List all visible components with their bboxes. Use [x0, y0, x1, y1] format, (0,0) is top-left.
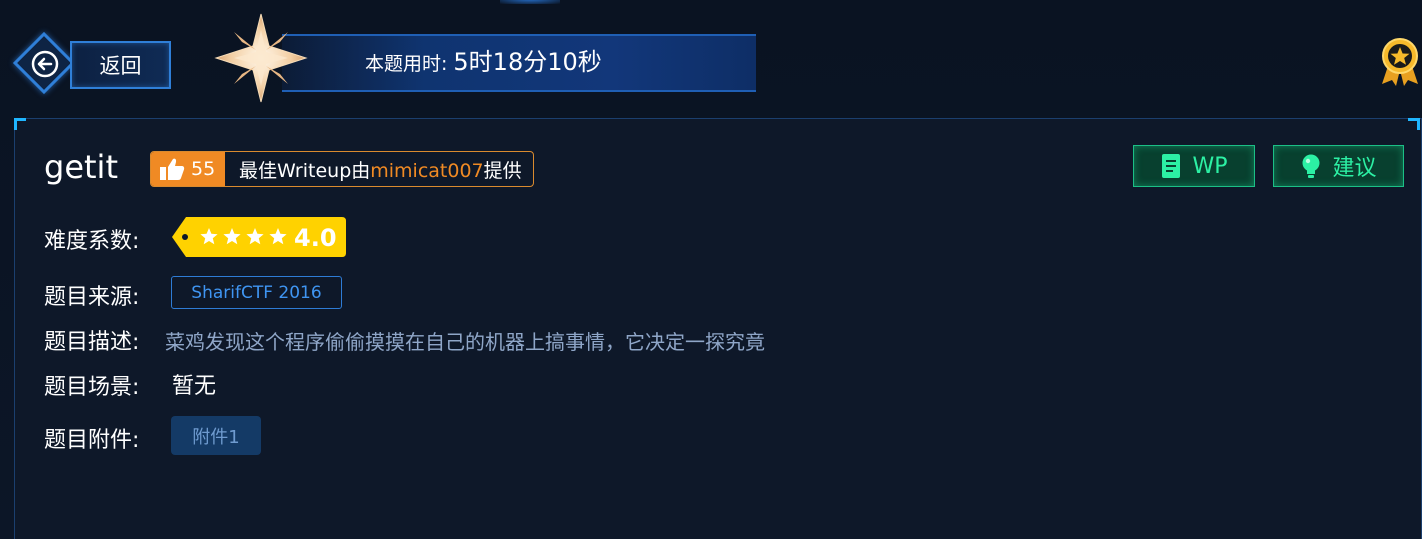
- suggest-button-label: 建议: [1332, 156, 1377, 181]
- source-label: 题目来源:: [44, 285, 140, 310]
- challenge-title: getit: [44, 148, 118, 186]
- timer-display: 本题用时: 5时18分10秒: [365, 42, 602, 82]
- wp-button-label: WP: [1192, 153, 1228, 179]
- scene-label: 题目场景:: [44, 375, 140, 400]
- best-writeup-badge[interactable]: 55 最佳Writeup由mimicat007提供: [150, 151, 534, 187]
- source-tag[interactable]: SharifCTF 2016: [171, 276, 342, 309]
- timer-label: 本题用时:: [365, 53, 448, 75]
- medal-icon[interactable]: [1378, 36, 1422, 86]
- top-glow-decoration: [500, 0, 560, 4]
- thumbs-up-icon: [160, 158, 185, 180]
- panel-corner-decoration: [14, 118, 26, 130]
- difficulty-label: 难度系数:: [44, 229, 140, 254]
- suggest-button[interactable]: 建议: [1273, 145, 1404, 187]
- likes-counter[interactable]: 55: [151, 152, 225, 186]
- description-text: 菜鸡发现这个程序偷偷摸摸在自己的机器上搞事情，它决定一探究竟: [165, 330, 765, 354]
- scene-value: 暂无: [172, 374, 217, 399]
- timer-value: 5时18分10秒: [453, 48, 602, 76]
- difficulty-rating-badge: 4.0: [172, 217, 346, 257]
- document-icon: [1162, 154, 1181, 178]
- back-button-label: 返回: [70, 41, 171, 89]
- compass-star-icon: [214, 13, 308, 103]
- writeup-credit: 最佳Writeup由mimicat007提供: [225, 156, 522, 183]
- back-arrow-icon: [31, 50, 59, 78]
- likes-count: 55: [191, 158, 216, 180]
- lightbulb-icon: [1302, 154, 1320, 178]
- writeup-suffix: 提供: [483, 159, 522, 182]
- attachment-label: 题目附件:: [44, 428, 140, 453]
- writeup-user-link[interactable]: mimicat007: [370, 160, 483, 182]
- attachment-button[interactable]: 附件1: [171, 416, 261, 455]
- back-button[interactable]: 返回: [12, 31, 174, 95]
- wp-button[interactable]: WP: [1133, 145, 1255, 187]
- writeup-prefix: 最佳Writeup由: [239, 159, 371, 182]
- description-label: 题目描述:: [44, 330, 140, 355]
- panel-corner-decoration: [1408, 118, 1420, 130]
- difficulty-value: 4.0: [294, 224, 337, 252]
- page: 返回 本题用时: 5时18分10秒 getit 55 最佳Writeup由mim…: [0, 0, 1422, 539]
